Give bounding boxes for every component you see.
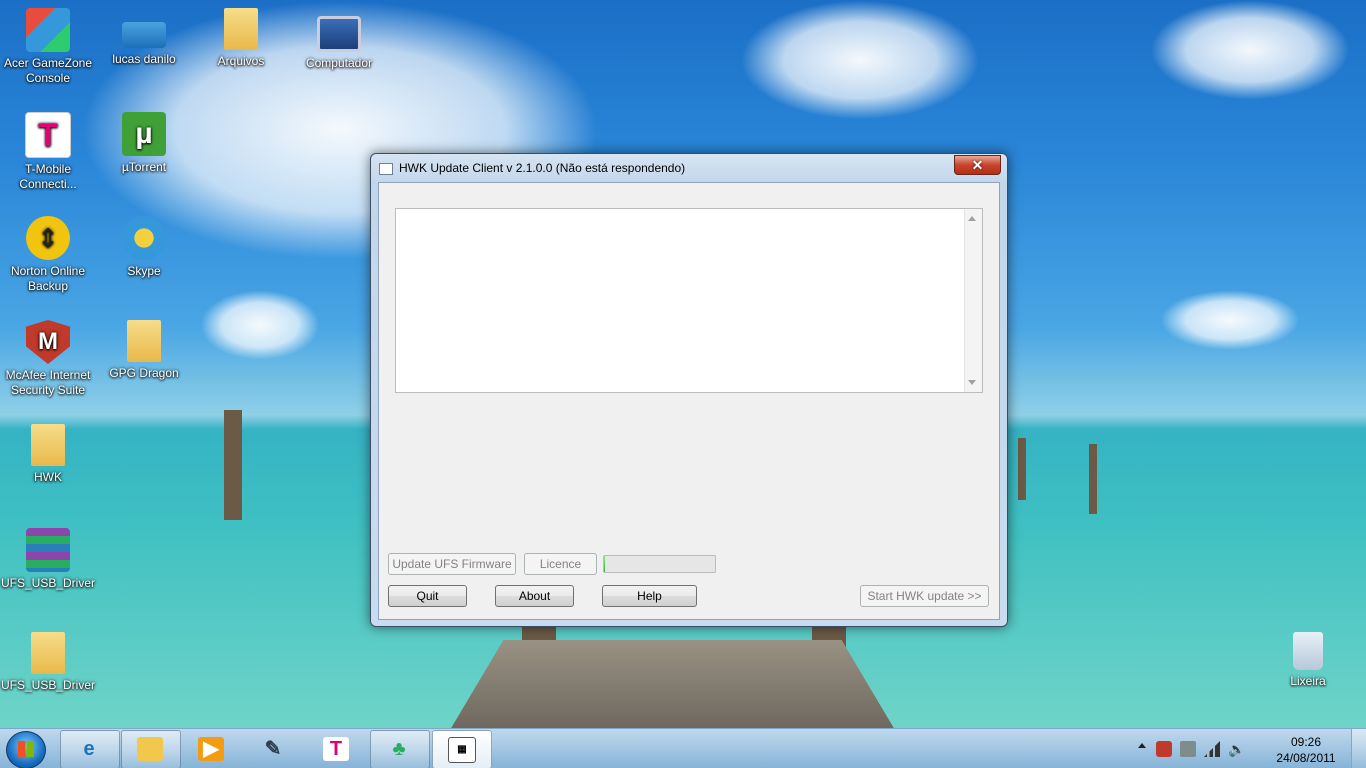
desktop-icon-label: Skype xyxy=(127,264,161,278)
window-client-area: Update UFS Firmware Licence Quit About H… xyxy=(378,182,1000,620)
computer-icon xyxy=(317,16,361,52)
folder-icon xyxy=(31,632,65,674)
mcafee-tray-icon[interactable] xyxy=(1156,741,1172,757)
winrar-icon xyxy=(26,528,70,572)
volume-speaker-icon[interactable]: 🔈 xyxy=(1228,741,1245,757)
about-button[interactable]: About xyxy=(495,585,574,607)
taskbar-clock[interactable]: 09:26 24/08/2011 xyxy=(1276,734,1336,766)
desktop-icon-label: HWK xyxy=(34,470,62,484)
desktop-icon-label: UFS_USB_Driver xyxy=(0,576,96,590)
norton-icon: ⇕ xyxy=(26,216,70,260)
desktop-icon-skype[interactable]: Skype xyxy=(96,216,192,279)
desktop-icon-ufs-usb-driver-archive[interactable]: UFS_USB_Driver xyxy=(0,528,96,591)
messenger-icon: ♣ xyxy=(392,738,406,760)
clock-time: 09:26 xyxy=(1290,735,1322,749)
desktop-icon-label: Norton Online Backup xyxy=(10,264,86,293)
quit-button[interactable]: Quit xyxy=(388,585,467,607)
taskbar-internet-explorer[interactable]: e xyxy=(60,730,120,768)
desktop-icon-lixeira[interactable]: Lixeira xyxy=(1260,632,1356,689)
window-title: HWK Update Client v 2.1.0.0 (Não está re… xyxy=(399,161,686,175)
desktop-icon-utorrent[interactable]: µ µTorrent xyxy=(96,112,192,175)
scroll-down-arrow-icon[interactable] xyxy=(968,380,976,385)
desktop-icon-ufs-usb-driver-folder[interactable]: UFS_USB_Driver xyxy=(0,632,96,693)
skype-icon xyxy=(122,216,166,260)
utorrent-icon: µ xyxy=(122,112,166,156)
taskbar-tmobile[interactable]: T xyxy=(307,730,367,768)
desktop-icon-label: µTorrent xyxy=(121,160,167,174)
taskbar-messenger[interactable]: ♣ xyxy=(370,730,430,768)
cloud xyxy=(1160,290,1300,350)
show-hidden-icons-chevron-icon[interactable] xyxy=(1138,743,1146,748)
taskbar-media-player[interactable]: ▶ xyxy=(182,730,242,768)
desktop-icon-norton[interactable]: ⇕ Norton Online Backup xyxy=(0,216,96,294)
log-scrollbar[interactable] xyxy=(964,209,982,392)
licence-button[interactable]: Licence xyxy=(524,553,597,575)
help-button[interactable]: Help xyxy=(602,585,697,607)
pier-post xyxy=(224,410,242,520)
window-titlebar[interactable]: HWK Update Client v 2.1.0.0 (Não está re… xyxy=(371,154,1007,182)
hwk-update-client-window[interactable]: HWK Update Client v 2.1.0.0 (Não está re… xyxy=(370,153,1008,627)
folder-icon xyxy=(127,320,161,362)
pier-post xyxy=(1018,438,1026,500)
network-signal-icon[interactable] xyxy=(1204,741,1220,757)
desktop-icon-label: Lixeira xyxy=(1290,674,1326,688)
wooden-dock xyxy=(450,640,895,728)
folder-icon xyxy=(31,424,65,466)
pier-post xyxy=(1089,444,1097,514)
log-textarea[interactable] xyxy=(395,208,983,393)
taskbar-paint[interactable]: ✎ xyxy=(244,730,304,768)
scroll-up-arrow-icon[interactable] xyxy=(968,216,976,221)
cloud xyxy=(1150,0,1350,100)
tmobile-icon: T xyxy=(25,112,71,158)
safely-remove-hardware-icon[interactable] xyxy=(1180,741,1196,757)
folder-icon xyxy=(224,8,258,50)
desktop-icon-label: UFS_USB_Driver xyxy=(0,678,96,692)
desktop-icon-label: McAfee Internet Security Suite xyxy=(5,368,91,397)
internet-explorer-icon: e xyxy=(83,738,95,760)
paint-icon: ✎ xyxy=(264,738,282,760)
close-button[interactable]: ✕ xyxy=(954,155,1001,175)
desktop-icon-arquivos[interactable]: Arquivos xyxy=(193,8,289,69)
desktop-icon-mcafee[interactable]: M McAfee Internet Security Suite xyxy=(0,320,96,398)
show-desktop-button[interactable] xyxy=(1351,729,1366,768)
photo-icon xyxy=(122,22,166,48)
windows-explorer-icon xyxy=(137,737,163,761)
start-hwk-update-button[interactable]: Start HWK update >> xyxy=(860,585,989,607)
cloud xyxy=(200,290,320,360)
windows-logo-icon xyxy=(18,741,34,757)
log-text xyxy=(396,209,982,217)
mcafee-icon: M xyxy=(26,320,70,364)
progress-fill xyxy=(604,556,606,572)
tmobile-icon: T xyxy=(323,737,349,761)
app-window-icon xyxy=(379,163,393,175)
desktop-icon-label: Computador xyxy=(305,56,373,70)
taskbar: e ▶ ✎ T ♣ ▦ 🔈 09:26 24/08/2011 xyxy=(0,728,1366,768)
desktop-icon-lucas-danilo[interactable]: lucas danilo xyxy=(96,8,192,67)
desktop-icon-computador[interactable]: Computador xyxy=(291,8,387,71)
desktop-icon-hwk[interactable]: HWK xyxy=(0,424,96,485)
desktop-icon-label: lucas danilo xyxy=(112,52,176,66)
desktop-icon-label: Arquivos xyxy=(217,54,265,68)
media-player-icon: ▶ xyxy=(198,737,224,761)
update-progress-bar xyxy=(603,555,716,573)
recycle-bin-icon xyxy=(1293,632,1323,670)
start-button[interactable] xyxy=(6,731,46,768)
hwk-app-icon: ▦ xyxy=(448,737,476,763)
desktop-icon-label: T-Mobile Connecti... xyxy=(19,162,77,191)
desktop-icon-gpg-dragon[interactable]: GPG Dragon xyxy=(96,320,192,381)
taskbar-hwk-update-client[interactable]: ▦ xyxy=(432,730,492,768)
desktop-icon-acer-gamezone[interactable]: Acer GameZone Console xyxy=(0,8,96,86)
gamezone-icon xyxy=(26,8,70,52)
taskbar-windows-explorer[interactable] xyxy=(121,730,181,768)
cloud xyxy=(740,0,980,120)
desktop-icon-label: Acer GameZone Console xyxy=(3,56,93,85)
update-ufs-firmware-button[interactable]: Update UFS Firmware xyxy=(388,553,516,575)
clock-date: 24/08/2011 xyxy=(1276,751,1336,765)
desktop-icon-tmobile[interactable]: T T-Mobile Connecti... xyxy=(0,112,96,192)
desktop-icon-label: GPG Dragon xyxy=(109,366,179,380)
